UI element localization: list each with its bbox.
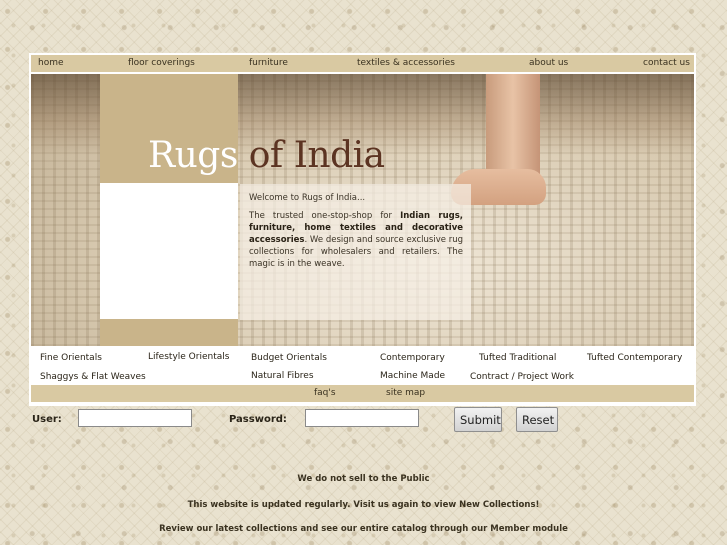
logo-text-of-india: of India (237, 135, 385, 176)
password-label: Password: (229, 414, 287, 425)
brand-panel (100, 74, 238, 346)
nav-about-us[interactable]: about us (529, 58, 568, 68)
user-label: User: (32, 414, 62, 425)
category-contemporary[interactable]: Contemporary (380, 353, 445, 363)
sub-nav: faq's site map (31, 385, 694, 402)
submit-button[interactable]: Submit (454, 407, 502, 432)
category-fine-orientals[interactable]: Fine Orientals (40, 353, 102, 363)
welcome-text-pre: The trusted one-stop-shop for (249, 211, 401, 221)
category-contract-project-work[interactable]: Contract / Project Work (470, 372, 574, 382)
password-input[interactable] (305, 409, 419, 427)
note-member-module: Review our latest collections and see ou… (159, 524, 568, 534)
note-updated-regularly: This website is updated regularly. Visit… (187, 500, 540, 510)
subnav-faqs[interactable]: faq's (314, 388, 336, 398)
category-natural-fibres[interactable]: Natural Fibres (251, 371, 314, 381)
user-input[interactable] (78, 409, 192, 427)
logo-text-rugs: Rugs (148, 135, 238, 176)
nav-home[interactable]: home (38, 58, 64, 68)
reset-button[interactable]: Reset (516, 407, 558, 432)
site-logo: Rugs of India (148, 134, 385, 178)
welcome-box: Welcome to Rugs of India... The trusted … (240, 184, 471, 320)
note-no-public-sales: We do not sell to the Public (297, 474, 430, 484)
category-menu: Fine Orientals Lifestyle Orientals Budge… (31, 347, 694, 384)
category-shaggys-flat-weaves[interactable]: Shaggys & Flat Weaves (40, 372, 146, 382)
category-tufted-contemporary[interactable]: Tufted Contemporary (587, 353, 682, 363)
nav-floor-coverings[interactable]: floor coverings (128, 58, 195, 68)
category-budget-orientals[interactable]: Budget Orientals (251, 353, 327, 363)
category-tufted-traditional[interactable]: Tufted Traditional (479, 353, 556, 363)
subnav-site-map[interactable]: site map (386, 388, 425, 398)
category-lifestyle-orientals[interactable]: Lifestyle Orientals (148, 352, 229, 362)
welcome-text: The trusted one-stop-shop for Indian rug… (249, 210, 463, 270)
category-machine-made[interactable]: Machine Made (380, 371, 445, 381)
top-nav: home floor coverings furniture textiles … (31, 55, 694, 72)
welcome-title: Welcome to Rugs of India... (249, 193, 366, 203)
brand-panel-bottom (100, 319, 238, 346)
login-form: User: Password: Submit Reset (0, 405, 727, 435)
nav-furniture[interactable]: furniture (249, 58, 288, 68)
nav-contact-us[interactable]: contact us (643, 58, 690, 68)
nav-textiles-accessories[interactable]: textiles & accessories (357, 58, 455, 68)
brand-panel-middle (100, 183, 238, 319)
